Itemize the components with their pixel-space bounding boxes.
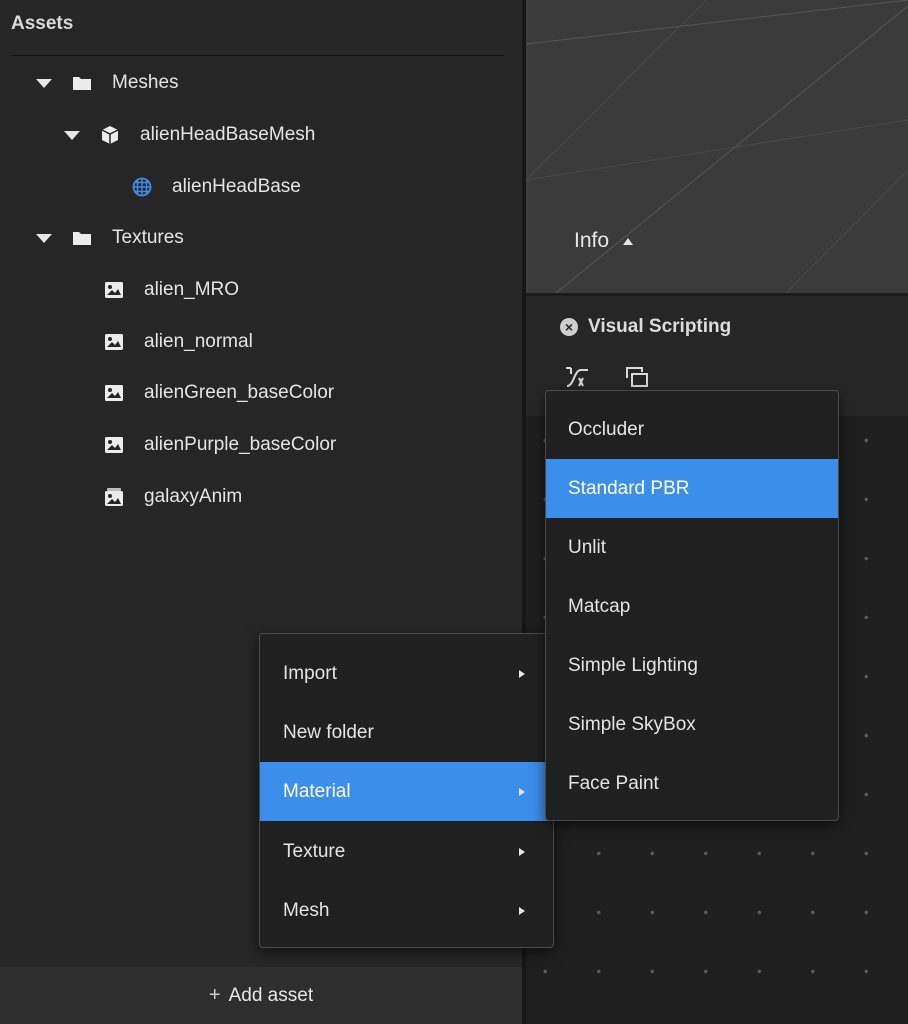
menu-item-label: Unlit bbox=[568, 536, 607, 558]
tree-item-label: alienHeadBaseMesh bbox=[140, 124, 316, 145]
menu-item-label: Occluder bbox=[568, 418, 645, 440]
submenu-item-face-paint[interactable]: Face Paint bbox=[546, 754, 838, 813]
tree-item-label: alienPurple_baseColor bbox=[144, 434, 337, 455]
tree-item-galaxyanim[interactable]: galaxyAnim bbox=[104, 477, 242, 517]
image-icon bbox=[104, 280, 124, 300]
add-asset-context-menu: Import New folder Material Texture Mesh bbox=[259, 633, 554, 948]
tree-item-alienheadbase[interactable]: alienHeadBase bbox=[132, 167, 301, 207]
info-toggle[interactable]: Info bbox=[574, 229, 634, 253]
scene-viewport[interactable]: Info bbox=[526, 0, 908, 293]
chevron-right-icon bbox=[519, 669, 525, 678]
mesh-geometry-icon bbox=[132, 177, 152, 197]
tree-item-alienheadbasemesh[interactable]: alienHeadBaseMesh bbox=[64, 115, 315, 155]
add-asset-button[interactable]: + Add asset bbox=[0, 967, 522, 1024]
tree-item-label: Textures bbox=[112, 227, 184, 248]
caret-down-icon[interactable] bbox=[36, 78, 52, 88]
menu-item-label: Simple SkyBox bbox=[568, 713, 696, 735]
tree-item-label: alienHeadBase bbox=[172, 176, 301, 197]
folder-icon bbox=[72, 73, 92, 93]
animated-texture-icon bbox=[104, 487, 124, 507]
tree-item-textures[interactable]: Textures bbox=[36, 218, 184, 258]
caret-down-icon[interactable] bbox=[64, 130, 80, 140]
add-asset-label: Add asset bbox=[228, 984, 314, 1006]
image-icon bbox=[104, 435, 124, 455]
menu-item-label: Mesh bbox=[283, 899, 330, 921]
divider bbox=[11, 55, 504, 56]
menu-item-new-folder[interactable]: New folder bbox=[260, 703, 553, 762]
tree-item-label: galaxyAnim bbox=[144, 486, 243, 507]
submenu-item-matcap[interactable]: Matcap bbox=[546, 577, 838, 636]
tree-item-label: alienGreen_baseColor bbox=[144, 382, 335, 403]
menu-item-label: Material bbox=[283, 780, 351, 802]
menu-item-label: Standard PBR bbox=[568, 477, 690, 499]
node-tool-icon[interactable] bbox=[564, 366, 590, 388]
image-icon bbox=[104, 383, 124, 403]
menu-item-label: Matcap bbox=[568, 595, 631, 617]
submenu-item-occluder[interactable]: Occluder bbox=[546, 400, 838, 459]
tree-item-aliengreen-basecolor[interactable]: alienGreen_baseColor bbox=[104, 373, 334, 413]
material-submenu: Occluder Standard PBR Unlit Matcap Simpl… bbox=[545, 390, 839, 821]
menu-item-import[interactable]: Import bbox=[260, 644, 553, 703]
info-label: Info bbox=[574, 229, 610, 252]
menu-item-mesh[interactable]: Mesh bbox=[260, 881, 553, 940]
tree-item-alien-mro[interactable]: alien_MRO bbox=[104, 270, 239, 310]
visual-scripting-title: Visual Scripting bbox=[588, 316, 732, 337]
chevron-right-icon bbox=[519, 847, 525, 856]
image-icon bbox=[104, 332, 124, 352]
submenu-item-simple-lighting[interactable]: Simple Lighting bbox=[546, 636, 838, 695]
tree-item-label: Meshes bbox=[112, 72, 179, 93]
tree-item-meshes[interactable]: Meshes bbox=[36, 63, 179, 103]
plus-icon: + bbox=[208, 984, 221, 1006]
tree-item-alien-normal[interactable]: alien_normal bbox=[104, 322, 253, 362]
folder-icon bbox=[72, 228, 92, 248]
tree-item-label: alien_normal bbox=[144, 331, 253, 352]
assets-panel-title: Assets bbox=[11, 13, 74, 34]
submenu-item-standard-pbr[interactable]: Standard PBR bbox=[546, 459, 838, 518]
caret-up-icon bbox=[623, 237, 634, 245]
submenu-item-unlit[interactable]: Unlit bbox=[546, 518, 838, 577]
caret-down-icon[interactable] bbox=[36, 233, 52, 243]
menu-item-texture[interactable]: Texture bbox=[260, 822, 553, 881]
chevron-right-icon bbox=[519, 787, 525, 796]
menu-item-label: Face Paint bbox=[568, 772, 659, 794]
visual-scripting-header: × Visual Scripting bbox=[560, 316, 731, 338]
menu-item-label: Simple Lighting bbox=[568, 654, 698, 676]
close-circle-icon[interactable]: × bbox=[560, 318, 578, 336]
menu-item-label: Texture bbox=[283, 840, 346, 862]
menu-item-material[interactable]: Material bbox=[260, 762, 553, 821]
mesh-cube-icon bbox=[100, 125, 120, 145]
tree-item-label: alien_MRO bbox=[144, 279, 240, 300]
menu-item-label: Import bbox=[283, 662, 337, 684]
frame-tool-icon[interactable] bbox=[624, 366, 650, 388]
chevron-right-icon bbox=[519, 906, 525, 915]
menu-item-label: New folder bbox=[283, 721, 374, 743]
tree-item-alienpurple-basecolor[interactable]: alienPurple_baseColor bbox=[104, 425, 336, 465]
submenu-item-simple-skybox[interactable]: Simple SkyBox bbox=[546, 695, 838, 754]
